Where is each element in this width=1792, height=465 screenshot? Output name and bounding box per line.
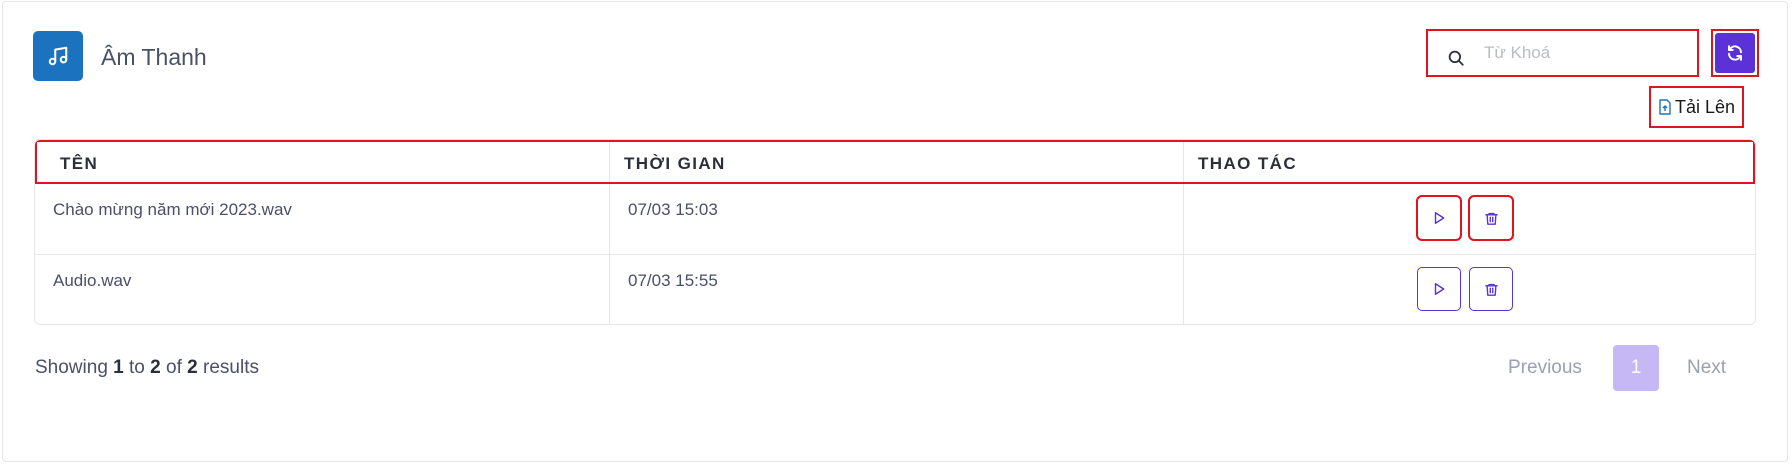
play-icon [1434,212,1445,224]
table-row[interactable]: Audio.wav 07/03 15:55 [35,254,1755,324]
column-header-name[interactable]: TÊN [60,154,98,174]
of-word: of [166,357,182,378]
results-summary: Showing 1 to 2 of 2 results [35,357,259,379]
refresh-icon [1728,45,1742,61]
refresh-button-frame [1711,29,1759,77]
search-box[interactable] [1426,29,1699,77]
column-header-actions: THAO TÁC [1198,154,1298,173]
upload-button[interactable]: Tải Lên [1649,86,1744,128]
search-icon [1448,50,1464,66]
row-name: Audio.wav [53,271,132,290]
trash-icon [1484,212,1498,225]
next-page-button[interactable]: Next [1687,357,1726,379]
page-title: Âm Thanh [101,44,207,70]
upload-button-label: Tải Lên [1674,96,1736,117]
results-from: 1 [113,357,124,378]
table-row[interactable]: Chào mừng năm mới 2023.wav 07/03 15:03 [35,184,1755,254]
play-icon [1434,283,1445,295]
audio-table: TÊN THỜI GIAN THAO TÁC Chào mừng năm mới… [34,139,1756,325]
showing-prefix: Showing [35,357,108,378]
previous-page-button[interactable]: Previous [1508,357,1582,379]
refresh-button[interactable] [1715,33,1755,73]
to-word: to [129,357,145,378]
play-button[interactable] [1417,267,1461,311]
table-header: TÊN THỜI GIAN THAO TÁC [35,140,1755,184]
column-divider [1183,142,1184,182]
page-1-button[interactable]: 1 [1613,345,1659,391]
results-word: results [203,357,259,378]
results-to: 2 [150,357,161,378]
file-upload-icon [1659,99,1671,115]
row-time: 07/03 15:55 [628,271,718,290]
column-header-time[interactable]: THỜI GIAN [624,154,726,174]
music-note-icon [33,31,83,81]
search-input[interactable] [1484,37,1684,69]
results-total: 2 [187,357,198,378]
row-time: 07/03 15:03 [628,200,718,219]
delete-button[interactable] [1468,195,1514,241]
row-name: Chào mừng năm mới 2023.wav [53,200,292,219]
play-button[interactable] [1416,195,1462,241]
trash-icon [1484,283,1498,296]
column-divider [609,142,610,182]
delete-button[interactable] [1469,267,1513,311]
